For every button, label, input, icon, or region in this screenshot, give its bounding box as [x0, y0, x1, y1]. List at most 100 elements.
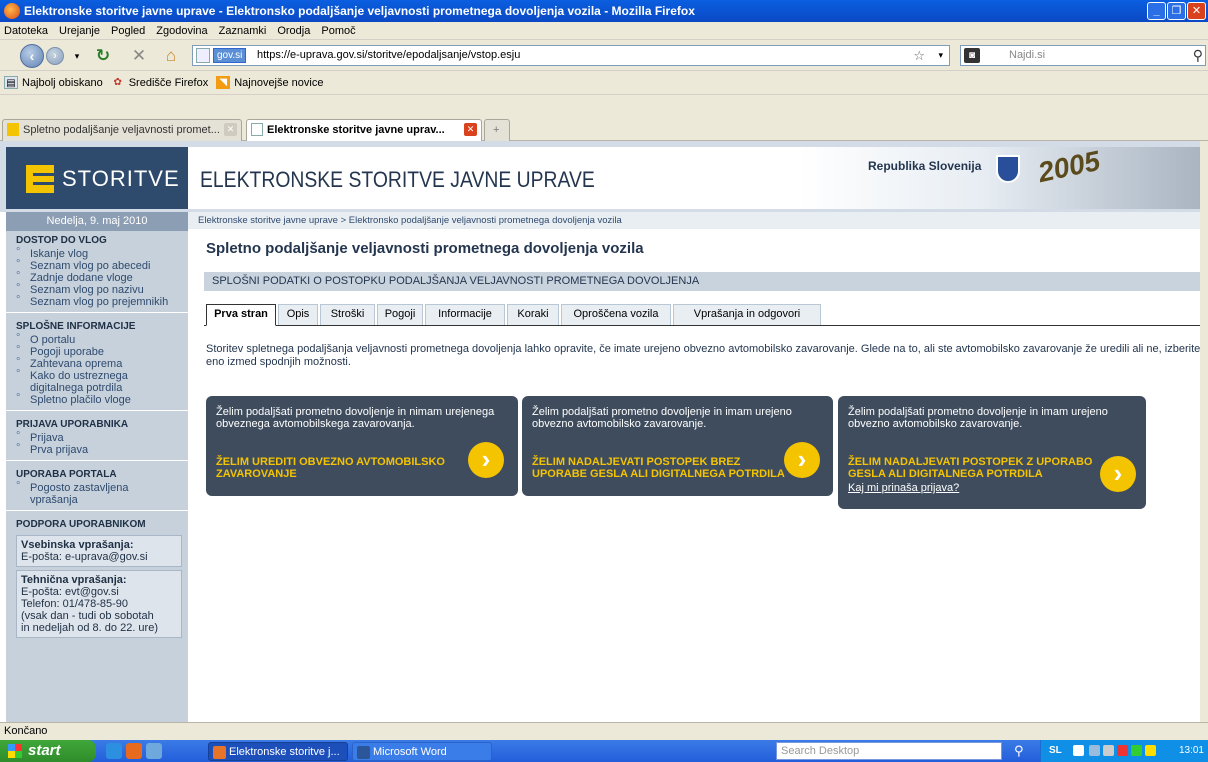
- taskbar-button-firefox[interactable]: Elektronske storitve j...: [208, 742, 348, 761]
- url-dropdown-icon[interactable]: ▾: [938, 46, 943, 65]
- bookmark-item[interactable]: ◥ Najnovejše novice: [216, 76, 323, 89]
- url-text[interactable]: https://e-uprava.gov.si/storitve/epodalj…: [257, 49, 520, 61]
- site-logo[interactable]: STORITVE: [6, 147, 196, 209]
- search-icon[interactable]: ⚲: [1014, 743, 1024, 759]
- content-tabs: Prva stran Opis Stroški Pogoji Informaci…: [204, 304, 1208, 326]
- sidebar-link[interactable]: Zahtevana oprema: [6, 356, 188, 370]
- option-card[interactable]: Želim podaljšati prometno dovoljenje in …: [838, 396, 1146, 509]
- close-tab-icon[interactable]: ✕: [224, 123, 237, 136]
- option-action[interactable]: ŽELIM NADALJEVATI POSTOPEK BREZ: [532, 456, 740, 468]
- divider: [6, 460, 188, 461]
- navigation-toolbar: ‹ › ▾ ↻ ✕ ⌂ gov.si https://e-uprava.gov.…: [0, 40, 1208, 71]
- bookmark-item[interactable]: ▤ Najbolj obiskano: [4, 76, 103, 89]
- option-card[interactable]: Želim podaljšati prometno dovoljenje in …: [206, 396, 518, 496]
- support-content-email[interactable]: E-pošta: e-uprava@gov.si: [21, 551, 177, 563]
- option-description: Želim podaljšati prometno dovoljenje in …: [848, 406, 1108, 430]
- tab-prva-stran[interactable]: Prva stran: [206, 304, 276, 326]
- tab-favicon-icon: [7, 123, 19, 136]
- taskbar-button-word[interactable]: Microsoft Word: [352, 742, 492, 761]
- history-dropdown-icon[interactable]: ▾: [66, 46, 88, 66]
- tray-app-icon[interactable]: [1103, 745, 1114, 756]
- support-tech-hours: (vsak dan - tudi ob sobotah: [21, 610, 154, 622]
- support-tech-email[interactable]: E-pošta: evt@gov.si: [21, 586, 177, 598]
- menu-urejanje[interactable]: Urejanje: [59, 25, 100, 37]
- option-action[interactable]: UPORABE GESLA ALI DIGITALNEGA POTRDILA: [532, 468, 785, 480]
- support-tech-box: Tehnična vprašanja: E-pošta: evt@gov.si …: [16, 570, 182, 638]
- identity-badge[interactable]: gov.si: [213, 48, 247, 63]
- option-action[interactable]: ŽELIM NADALJEVATI POSTOPEK Z UPORABO: [848, 456, 1092, 468]
- address-bar[interactable]: gov.si https://e-uprava.gov.si/storitve/…: [192, 45, 950, 66]
- sidebar-link[interactable]: O portalu: [6, 332, 188, 346]
- sidebar-link[interactable]: Seznam vlog po nazivu: [6, 282, 188, 296]
- search-icon[interactable]: ⚲: [1193, 46, 1203, 65]
- sidebar-link[interactable]: Kako do ustreznega digitalnega potrdila: [6, 368, 136, 394]
- menu-pomoc[interactable]: Pomoč: [321, 25, 355, 37]
- login-info-link[interactable]: Kaj mi prinaša prijava?: [848, 482, 959, 494]
- tray-arrow-icon[interactable]: [1073, 745, 1084, 756]
- chevron-right-icon[interactable]: ›: [468, 442, 504, 478]
- browser-tab-label: Spletno podaljšanje veljavnosti promet..…: [23, 124, 220, 136]
- sidebar-link[interactable]: Zadnje dodane vloge: [6, 270, 188, 284]
- sidebar-link[interactable]: Spletno plačilo vloge: [6, 392, 188, 406]
- tab-stroski[interactable]: Stroški: [320, 304, 375, 325]
- desktop-search-input[interactable]: Search Desktop: [776, 742, 1002, 760]
- option-action[interactable]: GESLA ALI DIGITALNEGA POTRDILA: [848, 468, 1043, 480]
- bookmark-item[interactable]: ✿ Središče Firefox: [111, 76, 209, 89]
- language-indicator[interactable]: SL: [1049, 745, 1062, 756]
- close-tab-icon[interactable]: ✕: [464, 123, 477, 136]
- forward-icon[interactable]: ›: [46, 47, 64, 65]
- sidebar-link[interactable]: Prva prijava: [6, 442, 188, 456]
- tab-opis[interactable]: Opis: [278, 304, 318, 325]
- bookmark-star-icon[interactable]: ☆: [913, 46, 925, 65]
- menu-zgodovina[interactable]: Zgodovina: [156, 25, 207, 37]
- tab-pogoji[interactable]: Pogoji: [377, 304, 423, 325]
- menu-zaznamki[interactable]: Zaznamki: [219, 25, 267, 37]
- firefox-quicklaunch-icon[interactable]: [146, 743, 162, 759]
- breadcrumb[interactable]: Elektronske storitve javne uprave > Elek…: [188, 212, 1208, 229]
- menu-orodja[interactable]: Orodja: [277, 25, 310, 37]
- sidebar-link[interactable]: Pogosto zastavljena vprašanja: [6, 480, 146, 506]
- media-icon[interactable]: [126, 743, 142, 759]
- back-icon[interactable]: ‹: [20, 44, 44, 68]
- tab-vprasanja-in-odgovori[interactable]: Vprašanja in odgovori: [673, 304, 821, 325]
- sidebar-link[interactable]: Seznam vlog po abecedi: [6, 258, 188, 272]
- taskbar-button-label: Elektronske storitve j...: [229, 746, 340, 758]
- home-icon[interactable]: ⌂: [160, 46, 182, 66]
- option-action[interactable]: ZAVAROVANJE: [216, 468, 297, 480]
- tray-app-icon[interactable]: [1145, 745, 1156, 756]
- maximize-button[interactable]: ❐: [1167, 2, 1186, 20]
- tab-informacije[interactable]: Informacije: [425, 304, 505, 325]
- minimize-button[interactable]: _: [1147, 2, 1166, 20]
- taskbar-button-label: Microsoft Word: [373, 746, 447, 758]
- menu-datoteka[interactable]: Datoteka: [4, 25, 48, 37]
- support-tech-title: Tehnična vprašanja:: [21, 574, 127, 586]
- browser-tab-active[interactable]: Elektronske storitve javne uprav... ✕: [246, 119, 482, 141]
- antivirus-icon[interactable]: [1117, 745, 1128, 756]
- chevron-right-icon[interactable]: ›: [1100, 456, 1136, 492]
- reload-icon[interactable]: ↻: [92, 46, 114, 66]
- tray-app-icon[interactable]: [1131, 745, 1142, 756]
- ie-icon[interactable]: [106, 743, 122, 759]
- start-button[interactable]: start: [0, 740, 96, 762]
- search-engine-icon[interactable]: ◙: [964, 48, 980, 63]
- menu-pogled[interactable]: Pogled: [111, 25, 145, 37]
- option-card[interactable]: Želim podaljšati prometno dovoljenje in …: [522, 396, 833, 496]
- browser-tab[interactable]: Spletno podaljšanje veljavnosti promet..…: [2, 119, 242, 141]
- chevron-right-icon[interactable]: ›: [784, 442, 820, 478]
- sidebar-link[interactable]: Seznam vlog po prejemnikih: [6, 294, 188, 308]
- network-icon[interactable]: [1089, 745, 1100, 756]
- stop-icon[interactable]: ✕: [128, 46, 150, 66]
- section-bar: SPLOŠNI PODATKI O POSTOPKU PODALJŠANJA V…: [204, 272, 1208, 291]
- search-input[interactable]: ◙ Najdi.si ⚲: [960, 45, 1206, 66]
- tab-koraki[interactable]: Koraki: [507, 304, 559, 325]
- close-window-button[interactable]: ✕: [1187, 2, 1206, 20]
- sidebar-link[interactable]: Prijava: [6, 430, 188, 444]
- sidebar-section-title: SPLOŠNE INFORMACIJE: [16, 321, 136, 332]
- sidebar-link[interactable]: Iskanje vlog: [6, 246, 188, 260]
- new-tab-button[interactable]: +: [484, 119, 510, 141]
- sidebar-link[interactable]: Pogoji uporabe: [6, 344, 188, 358]
- tab-oproscena-vozila[interactable]: Oproščena vozila: [561, 304, 671, 325]
- vertical-scrollbar[interactable]: [1200, 141, 1208, 722]
- option-action[interactable]: ŽELIM UREDITI OBVEZNO AVTOMOBILSKO: [216, 456, 445, 468]
- sidebar: Nedelja, 9. maj 2010 DOSTOP DO VLOG Iska…: [6, 212, 188, 722]
